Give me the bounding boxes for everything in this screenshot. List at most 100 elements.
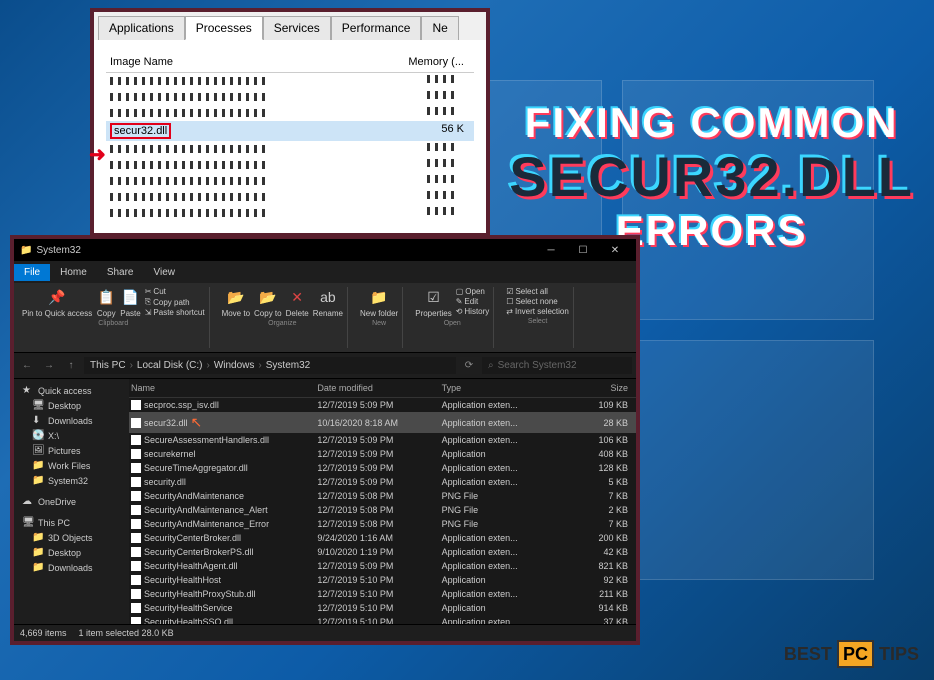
table-row[interactable] [106,89,474,105]
table-row[interactable] [106,205,474,221]
minimize-button[interactable]: ─ [536,245,566,256]
selected-file-row[interactable]: secur32.dll↖10/16/2020 8:18 AMApplicatio… [129,412,636,433]
delete-icon: ✕ [287,287,307,307]
table-row[interactable] [106,173,474,189]
menu-home[interactable]: Home [50,264,97,281]
breadcrumb-item[interactable]: Local Disk (C:) [137,360,203,371]
tab-applications[interactable]: Applications [98,16,185,40]
col-memory[interactable]: Memory (... [376,56,475,68]
refresh-button[interactable]: ⟳ [460,360,478,371]
rename-button[interactable]: abRename [313,287,343,318]
sidebar: ★Quick access 🖥Desktop⬇Downloads💽X:\🖼Pic… [14,379,129,624]
breadcrumb-item[interactable]: Windows [214,360,255,371]
file-row[interactable]: SecureTimeAggregator.dll12/7/2019 5:09 P… [129,461,636,475]
menu-share[interactable]: Share [97,264,144,281]
pin-icon: 📌 [47,287,67,307]
taskman-body: Image Name Memory (... secur32.dll 56 K [94,40,486,233]
pc-icon: 🖥 [22,517,34,528]
file-row[interactable]: SecurityAndMaintenance_Error12/7/2019 5:… [129,517,636,531]
up-button[interactable]: ↑ [62,360,80,371]
moveto-button[interactable]: 📂Move to [222,287,250,318]
file-row[interactable]: SecurityHealthHost12/7/2019 5:10 PMAppli… [129,573,636,587]
breadcrumb[interactable]: This PC› Local Disk (C:)› Windows› Syste… [84,357,456,374]
table-row[interactable] [106,73,474,89]
search-input[interactable]: ⌕ Search System32 [482,357,632,374]
sidebar-item[interactable]: 💽X:\ [18,428,125,443]
tab-services[interactable]: Services [263,16,331,40]
col-size[interactable]: Size [566,383,634,393]
sidebar-item[interactable]: 📁Work Files [18,458,125,473]
copypath-button[interactable]: ⎘Copy path [145,297,205,307]
sidebar-item[interactable]: 📁System32 [18,473,125,488]
file-icon [131,561,141,571]
sidebar-onedrive[interactable]: ☁OneDrive [18,494,125,509]
paste-button[interactable]: 📄Paste [120,287,140,318]
back-button[interactable]: ← [18,360,36,371]
highlighted-process-row[interactable]: secur32.dll 56 K [106,121,474,141]
menu-view[interactable]: View [144,264,186,281]
tab-processes[interactable]: Processes [185,16,263,40]
newfolder-button[interactable]: 📁New folder [360,287,398,318]
file-row[interactable]: SecurityAndMaintenance_Alert12/7/2019 5:… [129,503,636,517]
file-row[interactable]: security.dll12/7/2019 5:09 PMApplication… [129,475,636,489]
explorer-titlebar[interactable]: 📁 System32 ─ ☐ ✕ [14,239,636,261]
sidebar-quick-access[interactable]: ★Quick access [18,383,125,398]
properties-button[interactable]: ☑Properties [415,287,451,318]
history-button[interactable]: ⟲History [456,307,490,316]
folder-icon: ⬇ [32,415,44,426]
table-row[interactable] [106,141,474,157]
maximize-button[interactable]: ☐ [568,245,598,256]
file-row[interactable]: SecurityHealthService12/7/2019 5:10 PMAp… [129,601,636,615]
col-name[interactable]: Name [131,383,317,393]
close-button[interactable]: ✕ [600,245,630,256]
table-row[interactable] [106,105,474,121]
sidebar-item[interactable]: ⬇Downloads [18,413,125,428]
file-row[interactable]: SecurityHealthSSO.dll12/7/2019 5:10 PMAp… [129,615,636,624]
pin-button[interactable]: 📌Pin to Quick access [22,287,92,318]
file-row[interactable]: SecurityAndMaintenance12/7/2019 5:08 PMP… [129,489,636,503]
file-row[interactable]: SecurityHealthAgent.dll12/7/2019 5:09 PM… [129,559,636,573]
invertsel-button[interactable]: ⇄Invert selection [506,307,569,316]
menu-file[interactable]: File [14,264,50,281]
copy-button[interactable]: 📋Copy [96,287,116,318]
sidebar-item[interactable]: 📁3D Objects [18,530,125,545]
folder-icon: 📁 [32,532,44,543]
file-row[interactable]: secproc.ssp_isv.dll12/7/2019 5:09 PMAppl… [129,398,636,412]
sidebar-item[interactable]: 📁Desktop [18,545,125,560]
breadcrumb-item[interactable]: System32 [266,360,310,371]
sidebar-item[interactable]: 🖥Desktop [18,398,125,413]
col-image-name[interactable]: Image Name [106,56,376,68]
tab-networking[interactable]: Ne [421,16,458,40]
file-icon [131,449,141,459]
col-type[interactable]: Type [442,383,566,393]
file-icon [131,519,141,529]
open-button[interactable]: ▢Open [456,287,490,296]
pasteshortcut-button[interactable]: ⇲Paste shortcut [145,308,205,317]
table-row[interactable] [106,157,474,173]
folder-icon: 💽 [32,430,44,441]
file-row[interactable]: securekernel12/7/2019 5:09 PMApplication… [129,447,636,461]
sidebar-item[interactable]: 📁Downloads [18,560,125,575]
forward-button[interactable]: → [40,360,58,371]
table-row[interactable] [106,189,474,205]
file-row[interactable]: SecurityCenterBroker.dll9/24/2020 1:16 A… [129,531,636,545]
file-row[interactable]: SecureAssessmentHandlers.dll12/7/2019 5:… [129,433,636,447]
file-icon [131,477,141,487]
tab-performance[interactable]: Performance [331,16,422,40]
selectnone-button[interactable]: ☐Select none [506,297,569,306]
file-row[interactable]: SecurityHealthProxyStub.dll12/7/2019 5:1… [129,587,636,601]
selectnone-icon: ☐ [506,297,513,306]
folder-icon: 📁 [32,460,44,471]
breadcrumb-item[interactable]: This PC [90,360,126,371]
file-row[interactable]: SecurityCenterBrokerPS.dll9/10/2020 1:19… [129,545,636,559]
col-date[interactable]: Date modified [317,383,441,393]
edit-button[interactable]: ✎Edit [456,297,490,306]
delete-button[interactable]: ✕Delete [286,287,309,318]
copyto-button[interactable]: 📂Copy to [254,287,282,318]
cut-button[interactable]: ✂Cut [145,287,205,296]
sidebar-this-pc[interactable]: 🖥This PC [18,515,125,530]
selectall-button[interactable]: ☑Select all [506,287,569,296]
open-icon: ▢ [456,287,464,296]
sidebar-item[interactable]: 🖼Pictures [18,443,125,458]
properties-icon: ☑ [423,287,443,307]
